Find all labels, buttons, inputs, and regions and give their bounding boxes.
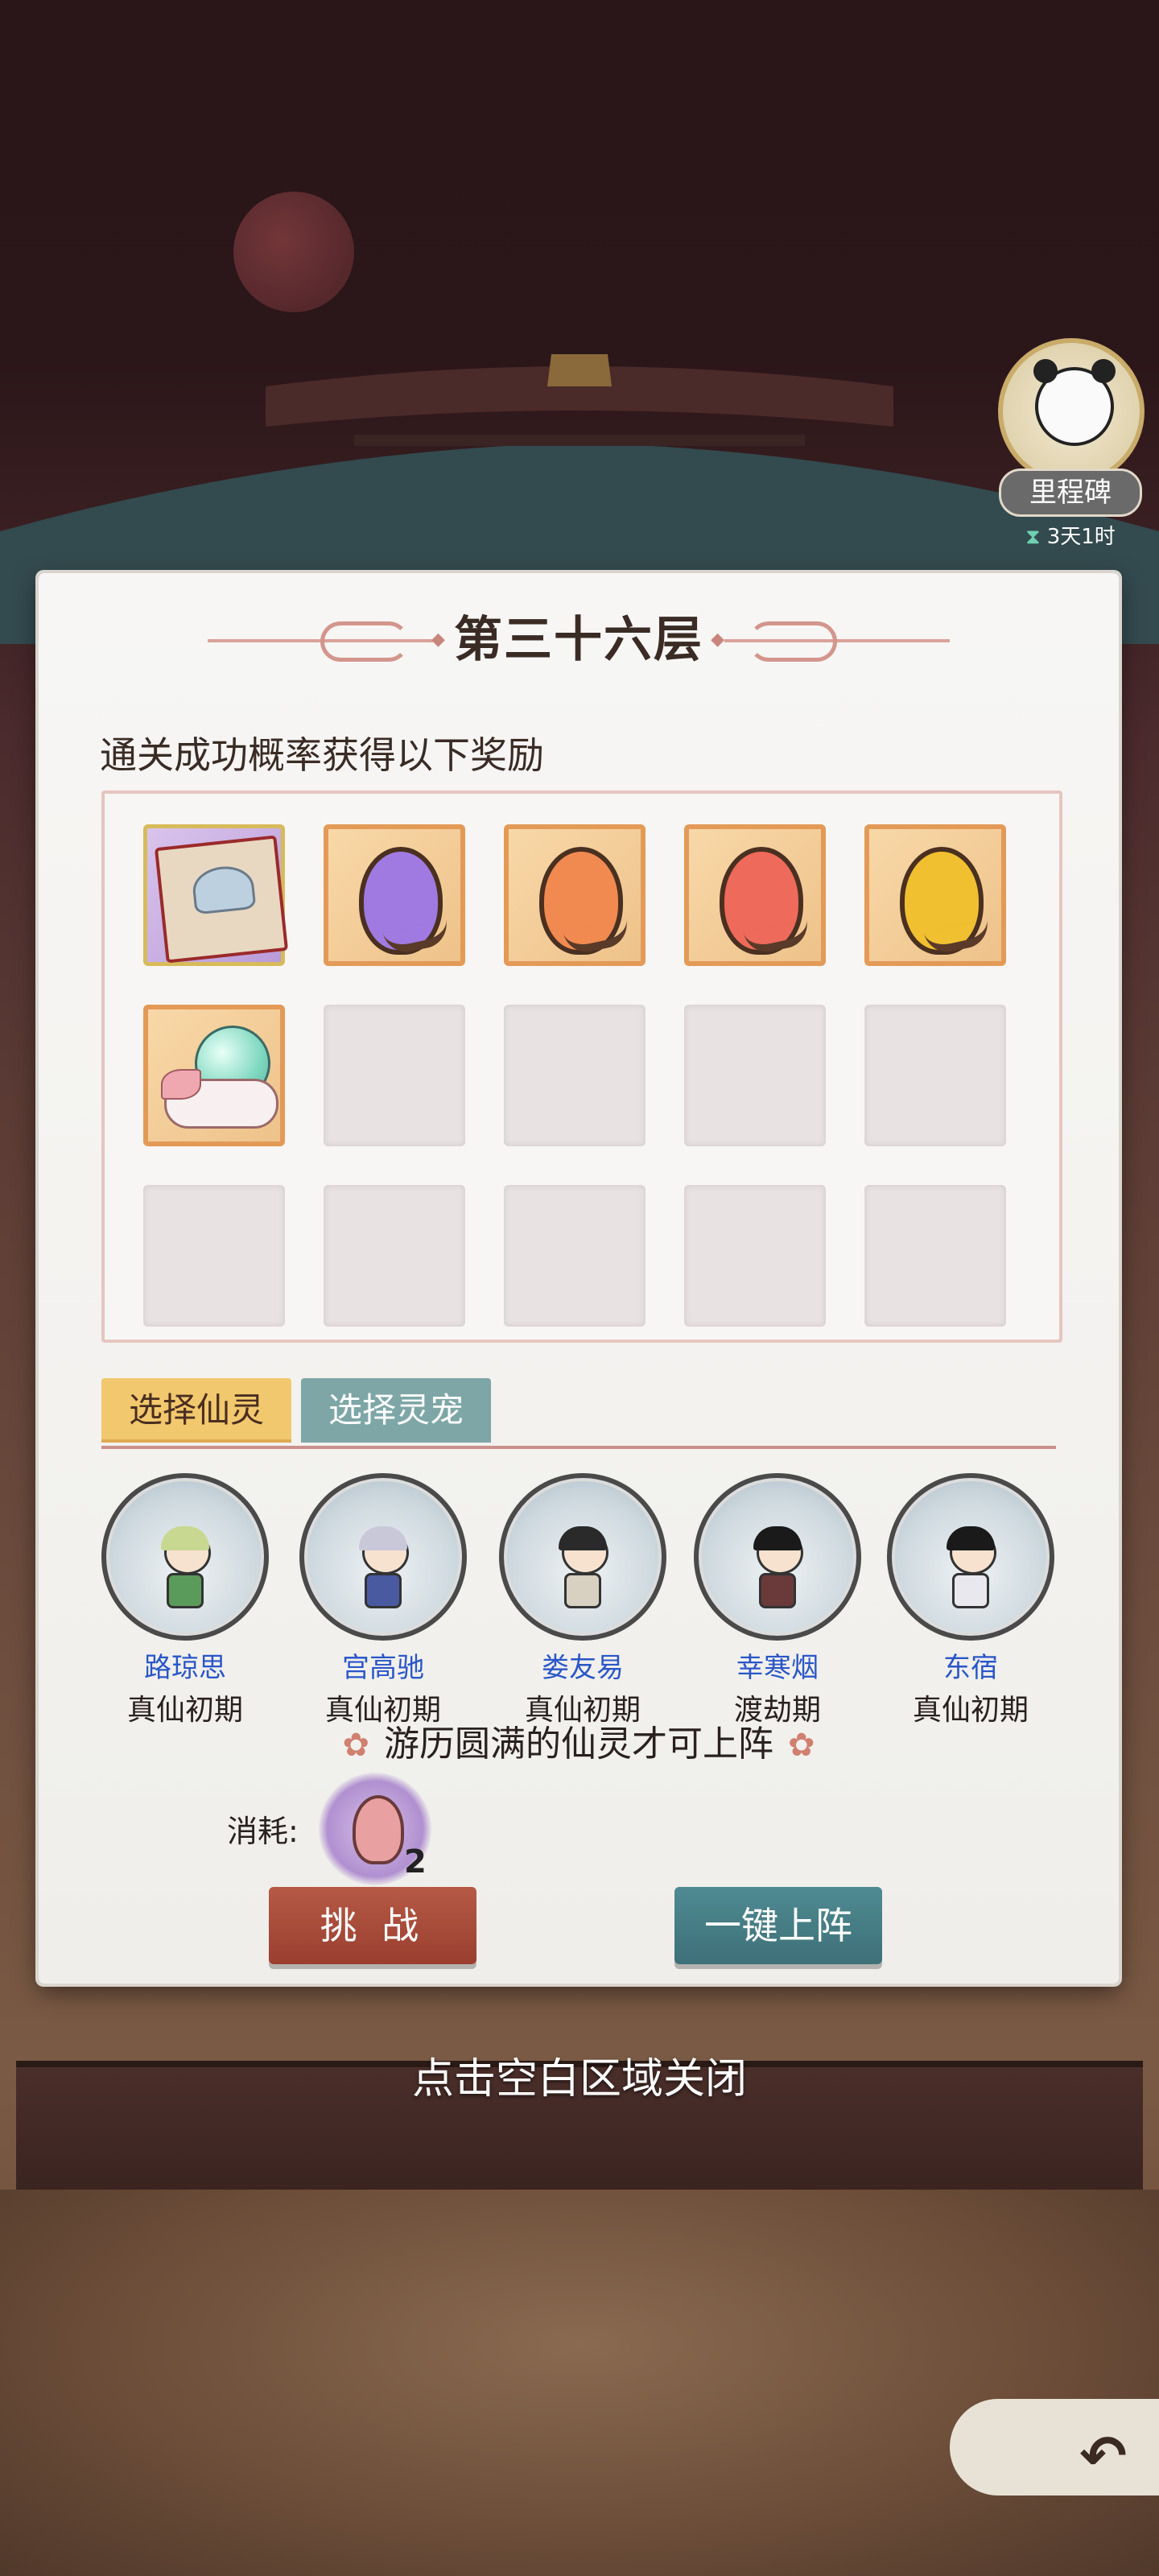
reward-grid (101, 791, 1062, 1343)
reward-slot[interactable] (143, 1005, 285, 1146)
hourglass-icon: ⧗ (1025, 525, 1041, 549)
moon (233, 192, 354, 312)
cloud-decoration (950, 2399, 1159, 2496)
spirit-card[interactable]: 路琼思 真仙初期 (97, 1473, 274, 1728)
spirit-avatar[interactable] (101, 1473, 269, 1641)
spirit-avatar[interactable] (299, 1473, 467, 1641)
empty-slot (864, 1185, 1006, 1327)
spirit-name: 路琼思 (144, 1652, 226, 1684)
empty-slot (684, 1185, 826, 1327)
swirl-right-icon (749, 621, 837, 662)
deploy-notice: ✿ 游历圆满的仙灵才可上阵 ✿ (39, 1715, 1119, 1766)
reward-panel: 第三十六层 通关成功概率获得以下奖励 (39, 573, 1119, 1984)
spirit-list: 路琼思 真仙初期 宫高驰 真仙初期 娄友易 真仙初期 幸寒烟 渡劫期 东宿 真仙… (101, 1473, 1056, 1727)
milestone-timer-text: 3天1时 (1046, 525, 1116, 549)
spirit-name: 东宿 (943, 1652, 998, 1684)
spirit-card[interactable]: 东宿 真仙初期 (882, 1473, 1059, 1728)
reward-subtitle: 通关成功概率获得以下奖励 (100, 733, 544, 777)
reward-slot[interactable] (684, 824, 826, 966)
empty-slot (504, 1005, 645, 1146)
empty-slot (324, 1005, 465, 1146)
ground (0, 2190, 1159, 2576)
panel-title-row: 第三十六层 (39, 604, 1119, 676)
spirit-avatar[interactable] (887, 1473, 1054, 1641)
tab-underline (101, 1446, 1056, 1449)
spirit-card[interactable]: 幸寒烟 渡劫期 (689, 1473, 866, 1728)
empty-slot (504, 1185, 645, 1327)
milestone-avatar[interactable] (998, 338, 1145, 485)
auto-deploy-button[interactable]: 一键上阵 (674, 1887, 882, 1964)
milestone-timer: ⧗ 3天1时 (998, 520, 1143, 550)
milestone-widget[interactable]: 里程碑 ⧗ 3天1时 (998, 338, 1145, 550)
deploy-notice-text: 游历圆满的仙灵才可上阵 (384, 1724, 773, 1765)
challenge-button[interactable]: 挑 战 (269, 1887, 476, 1964)
spirit-card[interactable]: 娄友易 真仙初期 (494, 1473, 671, 1728)
tab-select-spirit[interactable]: 选择仙灵 (101, 1378, 291, 1443)
reward-slot[interactable] (324, 824, 465, 966)
flower-icon: ✿ (342, 1727, 369, 1764)
reward-slot[interactable] (864, 824, 1006, 966)
milestone-label[interactable]: 里程碑 (999, 469, 1142, 517)
cost-label: 消耗: (227, 1814, 299, 1849)
spirit-card[interactable]: 宫高驰 真仙初期 (295, 1473, 472, 1728)
spirit-name: 宫高驰 (342, 1652, 424, 1684)
panda-icon (1033, 359, 1116, 446)
spirit-avatar[interactable] (694, 1473, 861, 1641)
panel-title: 第三十六层 (427, 604, 731, 676)
tab-select-pet[interactable]: 选择灵宠 (301, 1378, 491, 1443)
swirl-left-icon (320, 621, 409, 662)
flower-icon: ✿ (788, 1727, 815, 1764)
reward-slot[interactable] (143, 824, 289, 966)
back-arrow-icon[interactable]: ↶ (1079, 2423, 1127, 2489)
close-hint[interactable]: 点击空白区域关闭 (0, 2045, 1159, 2105)
empty-slot (143, 1185, 285, 1327)
empty-slot (684, 1005, 826, 1146)
book-item-icon (154, 835, 289, 964)
spirit-avatar[interactable] (499, 1473, 666, 1641)
selection-tabs: 选择仙灵 选择灵宠 (101, 1378, 1056, 1451)
spirit-name: 幸寒烟 (736, 1652, 819, 1684)
reward-slot[interactable] (504, 824, 645, 966)
spirit-name: 娄友易 (542, 1652, 624, 1684)
empty-slot (864, 1005, 1006, 1146)
cost-count: 2 (404, 1843, 427, 1880)
empty-slot (324, 1185, 465, 1327)
